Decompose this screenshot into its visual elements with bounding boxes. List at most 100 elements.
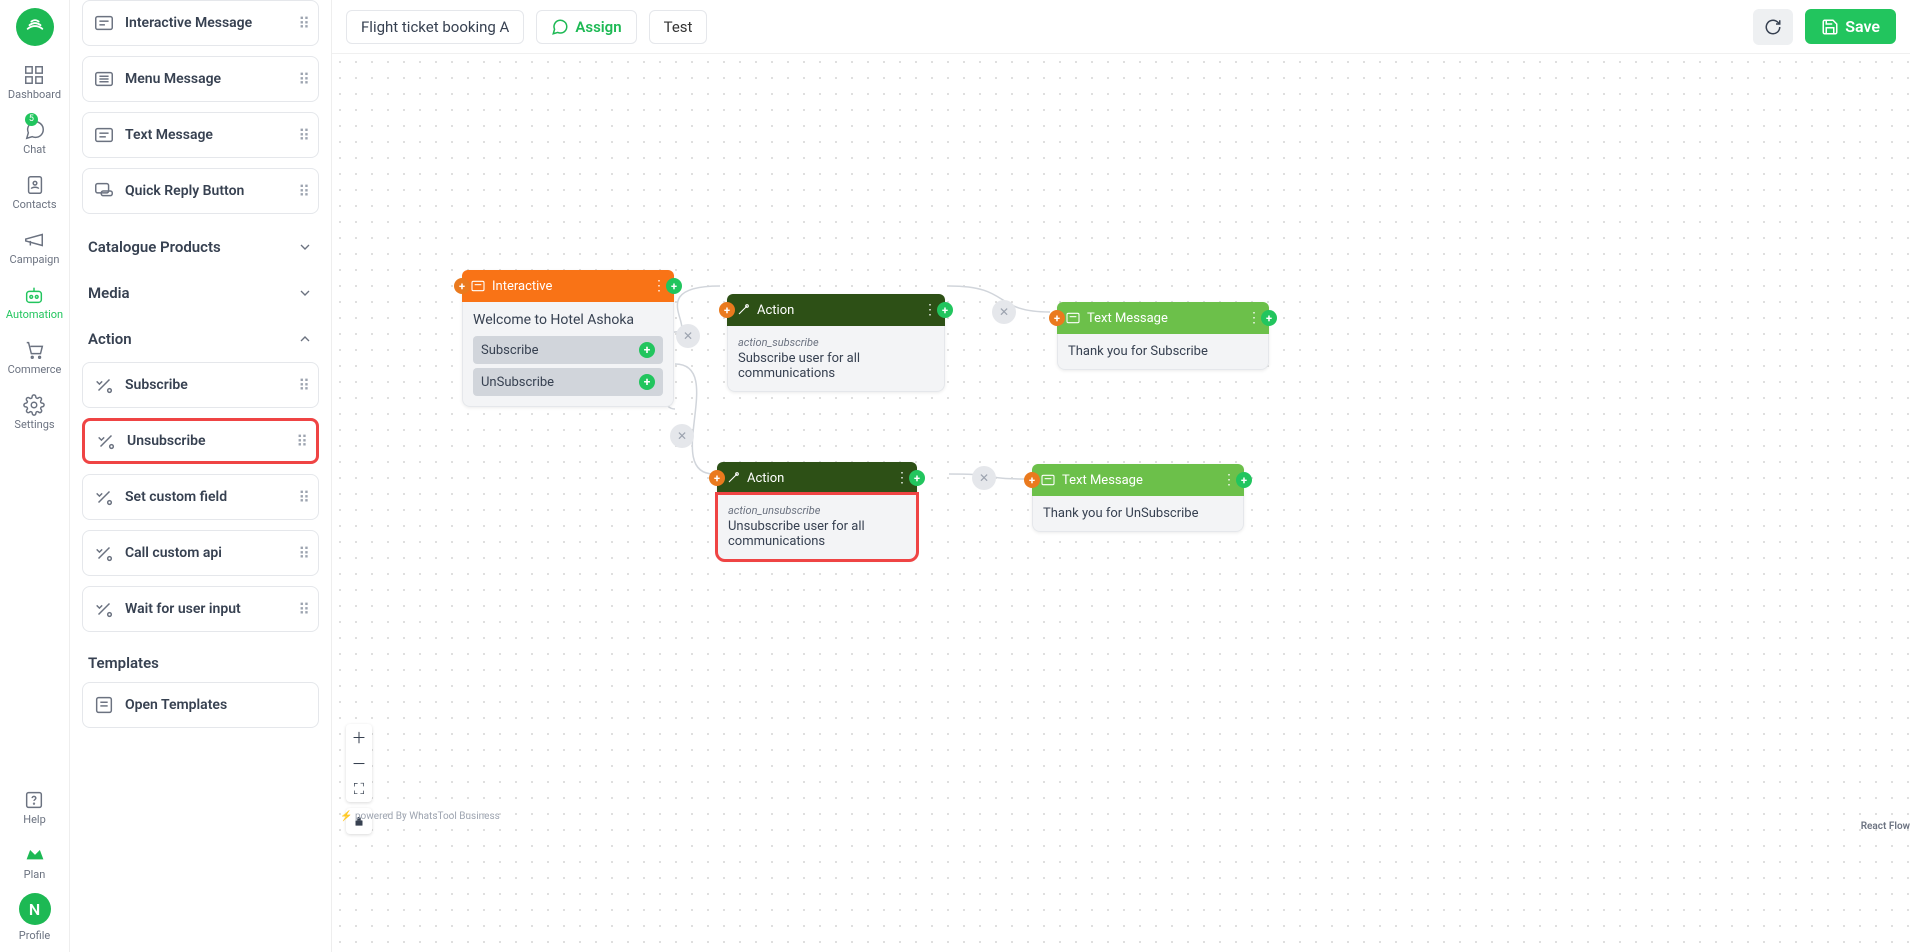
port-out[interactable]: + xyxy=(909,470,925,486)
option-add-icon[interactable]: + xyxy=(639,342,655,358)
chevron-down-icon xyxy=(297,239,313,255)
save-label: Save xyxy=(1845,17,1880,36)
block-label: Text Message xyxy=(125,127,298,143)
node-action-subscribe[interactable]: + + Action ⋮ action_subscribe Subscribe … xyxy=(727,294,945,392)
templates-heading: Templates xyxy=(82,642,319,682)
port-in[interactable]: + xyxy=(1049,310,1065,326)
section-label: Action xyxy=(88,330,132,348)
nav-automation[interactable]: Automation xyxy=(6,284,63,321)
nav-help[interactable]: Help xyxy=(23,789,46,826)
port-in[interactable]: + xyxy=(1024,472,1040,488)
node-interactive[interactable]: + + Interactive ⋮ Welcome to Hotel Ashok… xyxy=(462,270,674,407)
node-action-unsubscribe[interactable]: + + Action ⋮ action_unsubscribe Unsubscr… xyxy=(717,462,917,560)
node-desc: Subscribe user for all communications xyxy=(738,351,934,381)
drag-handle-icon[interactable]: ⠿ xyxy=(298,14,308,33)
flow-name[interactable]: Flight ticket booking A xyxy=(346,10,524,44)
block-call-custom-api[interactable]: Call custom api ⠿ xyxy=(82,530,319,576)
zoom-out-button[interactable]: － xyxy=(346,750,372,776)
node-message: Welcome to Hotel Ashoka xyxy=(473,312,663,328)
nav-dashboard[interactable]: Dashboard xyxy=(8,64,61,101)
reactflow-attribution: React Flow xyxy=(1861,821,1910,832)
section-catalogue[interactable]: Catalogue Products xyxy=(82,224,319,270)
node-menu-icon[interactable]: ⋮ xyxy=(1222,472,1236,488)
nav-settings[interactable]: Settings xyxy=(14,394,54,431)
drag-handle-icon[interactable]: ⠿ xyxy=(298,488,308,507)
main-nav: Dashboard 5 Chat Contacts Campaign Autom… xyxy=(0,0,70,952)
drag-handle-icon[interactable]: ⠿ xyxy=(298,182,308,201)
option-label: UnSubscribe xyxy=(481,375,554,390)
node-desc: Unsubscribe user for all communications xyxy=(728,519,906,549)
edge-delete-button[interactable]: ✕ xyxy=(992,300,1016,324)
port-out[interactable]: + xyxy=(937,302,953,318)
block-menu-message[interactable]: Menu Message ⠿ xyxy=(82,56,319,102)
node-title: Interactive xyxy=(492,279,552,294)
zoom-fit-button[interactable]: ⛶ xyxy=(346,776,372,802)
port-out[interactable]: + xyxy=(1261,310,1277,326)
nav-chat-badge: 5 xyxy=(25,113,38,126)
port-in[interactable]: + xyxy=(719,302,735,318)
block-interactive-message[interactable]: Interactive Message ⠿ xyxy=(82,0,319,46)
chevron-up-icon xyxy=(297,331,313,347)
block-subscribe[interactable]: Subscribe ⠿ xyxy=(82,362,319,408)
editor-toolbar: Flight ticket booking A Assign Test Save xyxy=(332,0,1910,54)
refresh-button[interactable] xyxy=(1753,9,1793,45)
block-quick-reply[interactable]: Quick Reply Button ⠿ xyxy=(82,168,319,214)
nav-contacts[interactable]: Contacts xyxy=(12,174,56,211)
zoom-in-button[interactable]: ＋ xyxy=(346,724,372,750)
section-media[interactable]: Media xyxy=(82,270,319,316)
port-in[interactable]: + xyxy=(454,278,470,294)
drag-handle-icon[interactable]: ⠿ xyxy=(296,432,306,451)
option-add-icon[interactable]: + xyxy=(639,374,655,390)
node-option-subscribe[interactable]: Subscribe + xyxy=(473,336,663,364)
edge-delete-button[interactable]: ✕ xyxy=(670,424,694,448)
nav-plan[interactable]: Plan xyxy=(24,844,46,881)
chevron-down-icon xyxy=(297,285,313,301)
nav-avatar[interactable]: N xyxy=(19,893,51,925)
port-out[interactable]: + xyxy=(666,278,682,294)
node-menu-icon[interactable]: ⋮ xyxy=(895,470,909,486)
node-text-subscribe[interactable]: + + Text Message ⋮ Thank you for Subscri… xyxy=(1057,302,1269,370)
block-label: Set custom field xyxy=(125,489,298,505)
message-icon xyxy=(1040,472,1056,488)
node-slug: action_subscribe xyxy=(738,336,934,349)
nav-chat[interactable]: 5 Chat xyxy=(23,119,46,156)
node-menu-icon[interactable]: ⋮ xyxy=(652,278,666,294)
drag-handle-icon[interactable]: ⠿ xyxy=(298,544,308,563)
save-icon xyxy=(1821,18,1839,36)
open-templates[interactable]: Open Templates xyxy=(82,682,319,728)
port-in[interactable]: + xyxy=(709,470,725,486)
edge-delete-button[interactable]: ✕ xyxy=(972,466,996,490)
refresh-icon xyxy=(1764,18,1782,36)
node-menu-icon[interactable]: ⋮ xyxy=(1247,310,1261,326)
block-wait-for-input[interactable]: Wait for user input ⠿ xyxy=(82,586,319,632)
save-button[interactable]: Save xyxy=(1805,9,1896,44)
block-label: Interactive Message xyxy=(125,15,298,31)
drag-handle-icon[interactable]: ⠿ xyxy=(298,126,308,145)
flow-canvas[interactable]: ✕ ✕ ✕ ✕ + + Interactive ⋮ Welcome to Hot… xyxy=(332,54,1910,952)
zoom-controls: ＋ － ⛶ xyxy=(346,724,372,802)
section-action[interactable]: Action xyxy=(82,316,319,362)
port-out[interactable]: + xyxy=(1236,472,1252,488)
block-label: Wait for user input xyxy=(125,601,298,617)
block-set-custom-field[interactable]: Set custom field ⠿ xyxy=(82,474,319,520)
edge-delete-button[interactable]: ✕ xyxy=(676,324,700,348)
section-label: Media xyxy=(88,284,130,302)
drag-handle-icon[interactable]: ⠿ xyxy=(298,600,308,619)
blocks-panel: Interactive Message ⠿ Menu Message ⠿ Tex… xyxy=(70,0,332,952)
test-button[interactable]: Test xyxy=(649,10,708,44)
drag-handle-icon[interactable]: ⠿ xyxy=(298,70,308,89)
section-label: Catalogue Products xyxy=(88,238,221,256)
powered-by: ⚡ powered By WhatsTool Business xyxy=(340,811,500,822)
nav-campaign[interactable]: Campaign xyxy=(10,229,60,266)
node-option-unsubscribe[interactable]: UnSubscribe + xyxy=(473,368,663,396)
block-label: Subscribe xyxy=(125,377,298,393)
test-label: Test xyxy=(664,18,693,36)
block-text-message[interactable]: Text Message ⠿ xyxy=(82,112,319,158)
drag-handle-icon[interactable]: ⠿ xyxy=(298,376,308,395)
block-unsubscribe[interactable]: Unsubscribe ⠿ xyxy=(82,418,319,464)
node-menu-icon[interactable]: ⋮ xyxy=(923,302,937,318)
assign-button[interactable]: Assign xyxy=(536,10,636,44)
node-text-unsubscribe[interactable]: + + Text Message ⋮ Thank you for UnSubsc… xyxy=(1032,464,1244,532)
nav-commerce[interactable]: Commerce xyxy=(8,339,62,376)
node-title: Text Message xyxy=(1087,311,1168,326)
